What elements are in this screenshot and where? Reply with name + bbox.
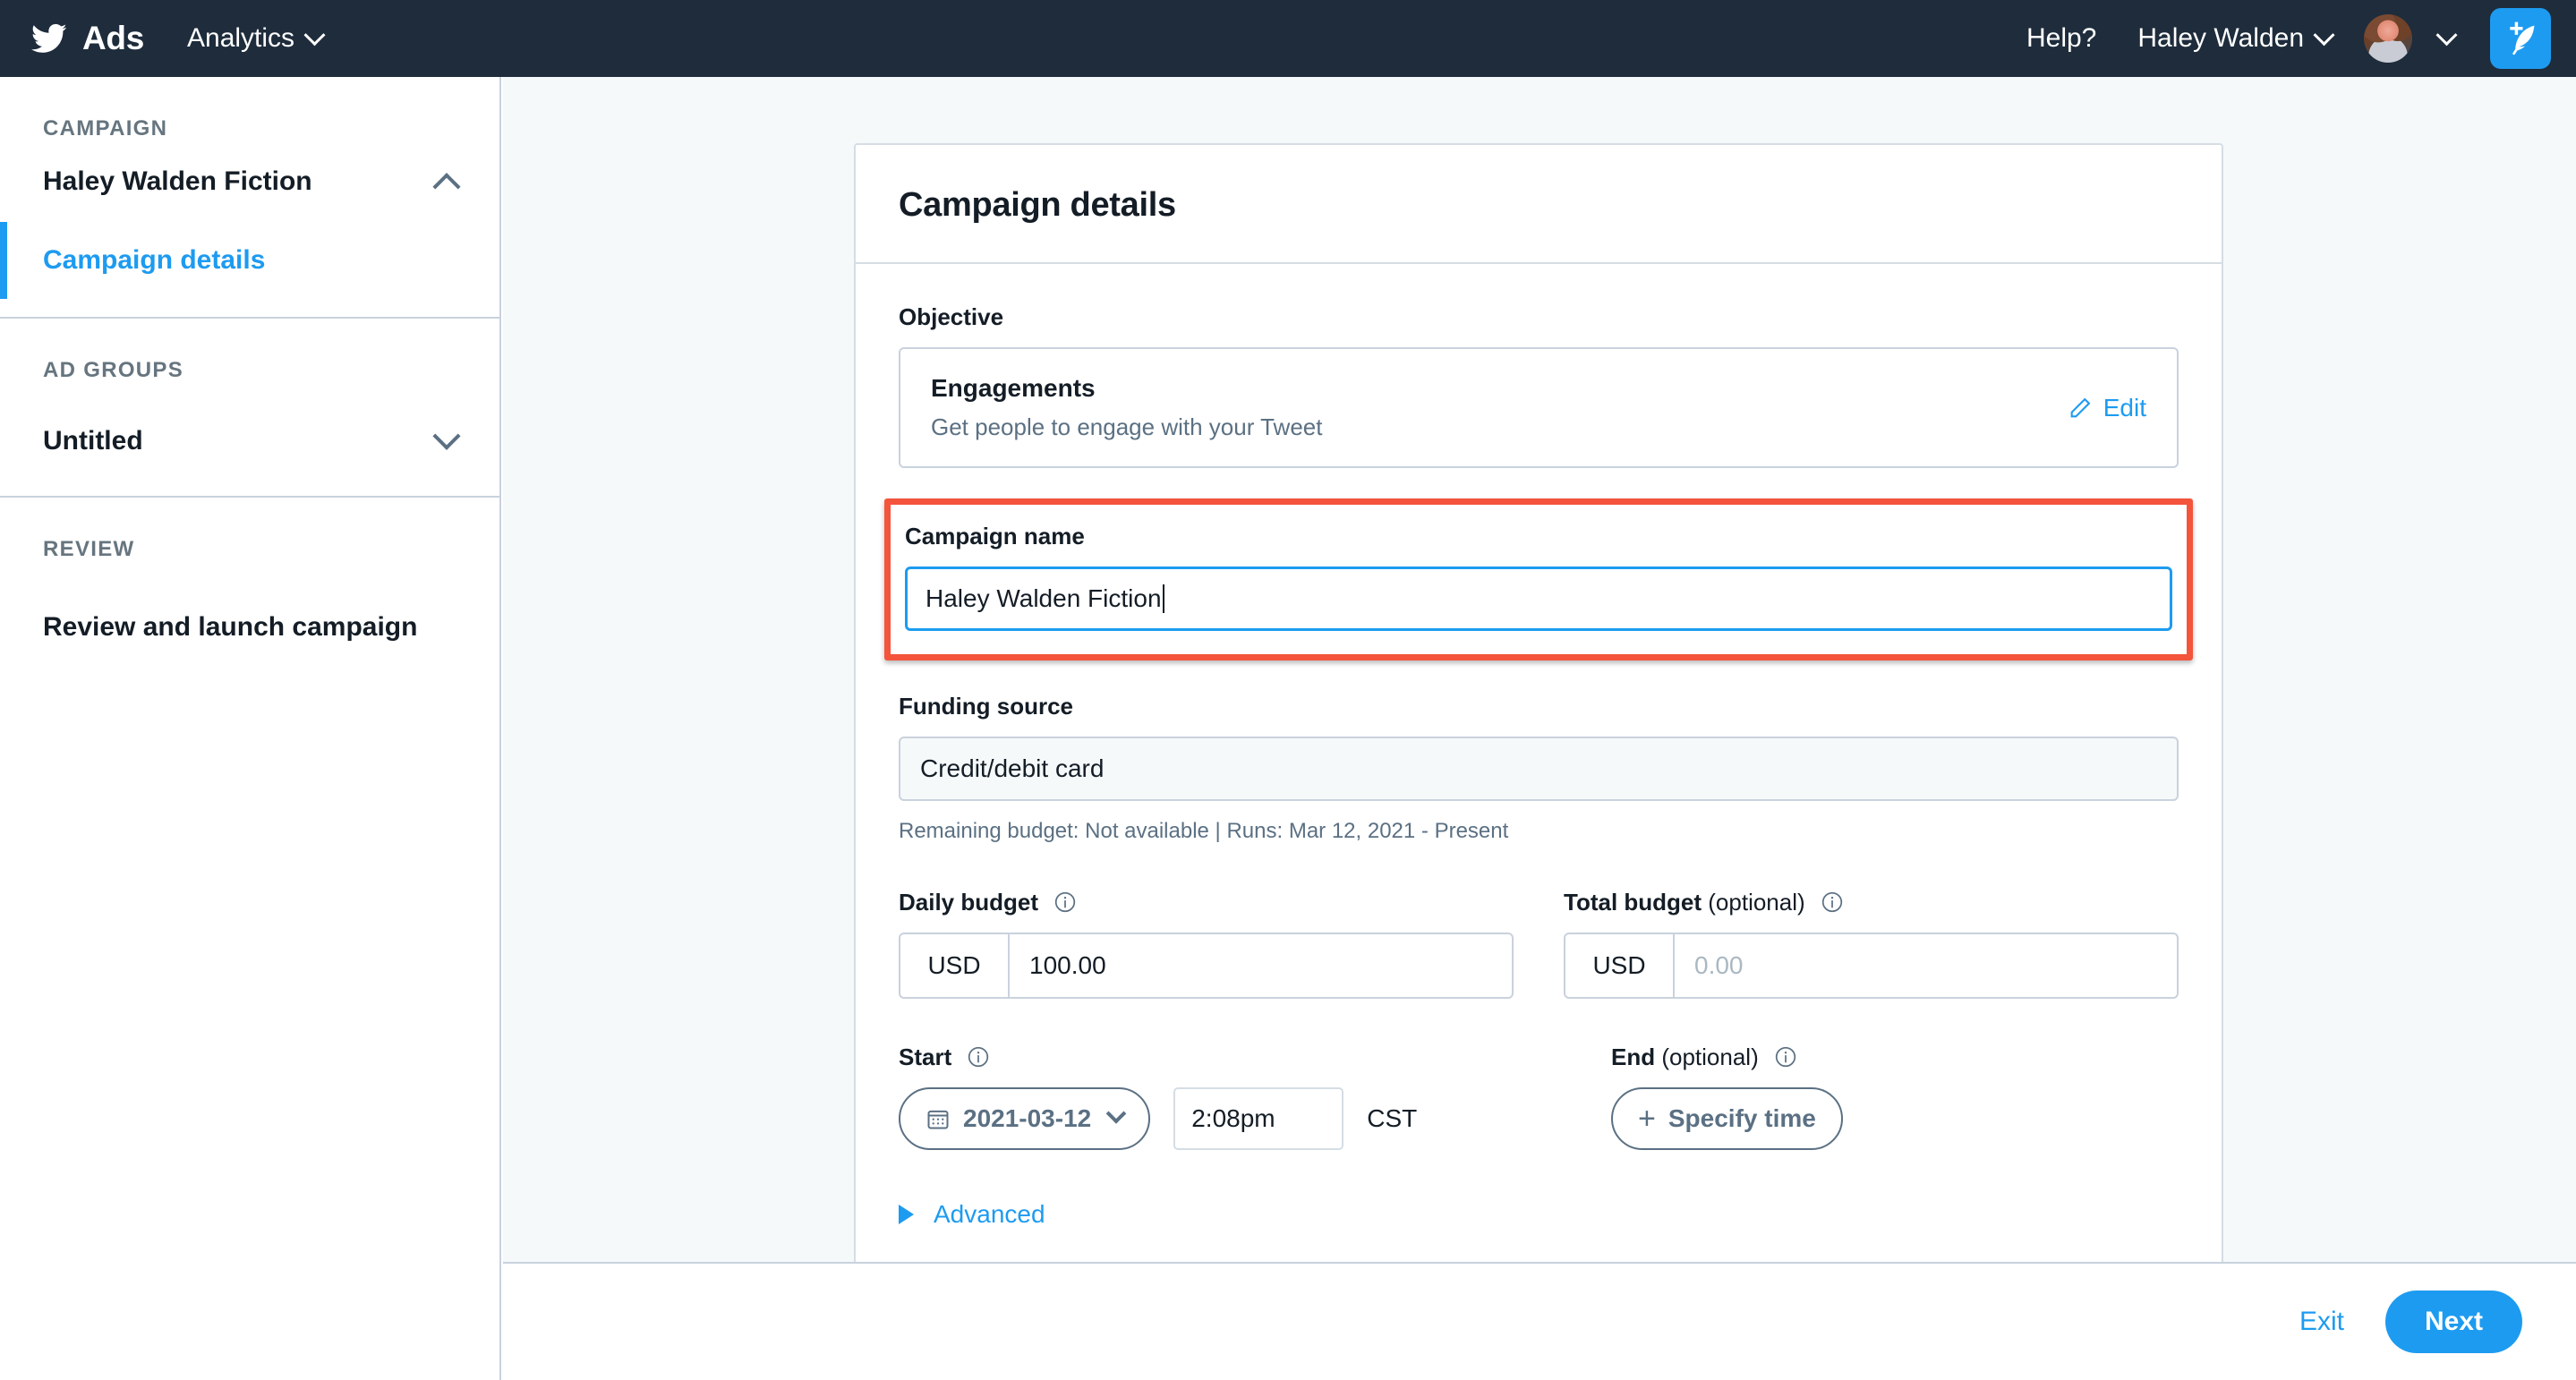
funding-source-label: Funding source <box>899 693 1073 720</box>
account-menu[interactable]: Haley Walden <box>2137 23 2335 54</box>
advanced-toggle[interactable]: Advanced <box>899 1200 2179 1229</box>
funding-source-helper-text: Remaining budget: Not available | Runs: … <box>899 819 1509 843</box>
start-date-picker[interactable]: 2021-03-12 <box>899 1087 1151 1150</box>
chevron-down-icon <box>2313 23 2335 46</box>
end-group: End (optional) + Specify time <box>1611 1044 1843 1150</box>
campaign-name-highlight-annotation: Campaign name Haley Walden Fiction <box>884 498 2193 660</box>
brand-name-label: Ads <box>82 20 144 56</box>
sidebar-section-review: REVIEW Review and launch campaign <box>0 498 499 680</box>
chevron-down-icon <box>432 422 461 450</box>
sidebar-item-campaign-details[interactable]: Campaign details <box>0 222 499 299</box>
sidebar-adgroup-name-label: Untitled <box>43 426 143 456</box>
start-controls: 2021-03-12 2:08pm CST <box>899 1087 1561 1150</box>
budget-row: Daily budget USD 100.00 Total budget (op… <box>899 889 2179 999</box>
start-time-value: 2:08pm <box>1191 1104 1275 1132</box>
compose-tweet-button[interactable] <box>2490 8 2551 69</box>
objective-description: Get people to engage with your Tweet <box>931 413 1323 440</box>
end-specify-time-button[interactable]: + Specify time <box>1611 1087 1843 1150</box>
account-name-label: Haley Walden <box>2137 23 2304 53</box>
objective-edit-button[interactable]: Edit <box>2068 394 2146 422</box>
compose-tweet-icon <box>2510 21 2535 55</box>
sidebar-section-adgroups: AD GROUPS Untitled <box>0 319 499 498</box>
funding-source-select[interactable]: Credit/debit card <box>899 737 2179 801</box>
sidebar-item-campaign-name[interactable]: Haley Walden Fiction <box>0 141 499 222</box>
start-label-text: Start <box>899 1044 952 1070</box>
main-content-area: Campaign details Objective Engagements G… <box>503 77 2576 1262</box>
daily-budget-input[interactable]: USD 100.00 <box>899 933 1514 999</box>
end-label-text: End <box>1611 1044 1656 1070</box>
start-group: Start 2021-03-12 2:08pm CST <box>899 1044 1561 1150</box>
objective-label: Objective <box>899 303 1004 330</box>
campaign-name-input[interactable]: Haley Walden Fiction <box>905 566 2172 631</box>
nav-analytics[interactable]: Analytics <box>187 23 326 54</box>
objective-text-group: Engagements Get people to engage with yo… <box>931 374 1322 441</box>
help-link[interactable]: Help? <box>2026 23 2096 54</box>
schedule-row: Start 2021-03-12 2:08pm CST End (optiona… <box>899 1044 2179 1150</box>
text-cursor <box>1162 584 1164 613</box>
avatar <box>2364 14 2412 63</box>
sidebar-item-campaign-details-label: Campaign details <box>43 245 266 275</box>
total-budget-optional-text: (optional) <box>1702 889 1805 916</box>
campaign-sidebar: CAMPAIGN Haley Walden Fiction Campaign d… <box>0 77 501 1380</box>
avatar-menu[interactable] <box>2364 14 2458 63</box>
daily-budget-value: 100.00 <box>1029 951 1106 979</box>
daily-budget-currency: USD <box>900 934 1010 997</box>
twitter-bird-icon <box>29 21 70 56</box>
card-body: Objective Engagements Get people to enga… <box>856 264 2222 1262</box>
objective-name: Engagements <box>931 374 1096 402</box>
top-nav-right-group: Help? Haley Walden <box>2026 8 2551 69</box>
triangle-right-icon <box>899 1205 914 1224</box>
campaign-name-value: Haley Walden Fiction <box>925 584 1162 612</box>
calendar-icon <box>927 1110 949 1129</box>
objective-edit-label: Edit <box>2103 393 2146 422</box>
campaign-details-card: Campaign details Objective Engagements G… <box>854 143 2223 1262</box>
daily-budget-label-text: Daily budget <box>899 889 1039 916</box>
start-time-input[interactable]: 2:08pm <box>1173 1087 1344 1150</box>
sidebar-section-campaign: CAMPAIGN Haley Walden Fiction Campaign d… <box>0 77 499 319</box>
total-budget-group: Total budget (optional) USD 0.00 <box>1564 889 2179 999</box>
total-budget-label-text: Total budget <box>1564 889 1702 916</box>
sidebar-campaign-name-label: Haley Walden Fiction <box>43 166 312 196</box>
chevron-up-icon <box>432 173 461 201</box>
page-title: Campaign details <box>899 186 1176 224</box>
sidebar-section-label-review: REVIEW <box>43 537 135 561</box>
nav-analytics-label: Analytics <box>187 23 295 53</box>
start-date-value: 2021-03-12 <box>963 1104 1092 1132</box>
objective-box: Engagements Get people to engage with yo… <box>899 347 2179 468</box>
info-icon[interactable] <box>1774 1045 1797 1069</box>
pencil-icon <box>2070 397 2091 417</box>
next-button[interactable]: Next <box>2384 1291 2522 1353</box>
card-header: Campaign details <box>856 145 2222 264</box>
end-optional-text: (optional) <box>1655 1044 1759 1070</box>
total-budget-input[interactable]: USD 0.00 <box>1564 933 2179 999</box>
chevron-down-icon <box>1105 1103 1127 1124</box>
sidebar-item-review-launch[interactable]: Review and launch campaign <box>0 575 499 680</box>
top-navigation-bar: Ads Analytics Help? Haley Walden <box>0 0 2576 77</box>
sidebar-section-label-adgroups: AD GROUPS <box>43 358 184 382</box>
info-icon[interactable] <box>1821 890 1844 914</box>
chevron-down-icon <box>2435 23 2458 46</box>
funding-source-value: Credit/debit card <box>920 754 1105 782</box>
campaign-name-label: Campaign name <box>905 523 1085 549</box>
daily-budget-group: Daily budget USD 100.00 <box>899 889 1514 999</box>
info-icon[interactable] <box>1053 890 1077 914</box>
advanced-label: Advanced <box>934 1200 1045 1228</box>
total-budget-placeholder: 0.00 <box>1694 951 1744 979</box>
total-budget-currency: USD <box>1565 934 1675 997</box>
plus-icon: + <box>1638 1101 1656 1136</box>
chevron-down-icon <box>303 23 326 46</box>
info-icon[interactable] <box>967 1045 990 1069</box>
brand-logo[interactable]: Ads <box>29 20 144 57</box>
wizard-footer-bar: Exit Next <box>503 1262 2576 1380</box>
exit-link[interactable]: Exit <box>2299 1307 2344 1337</box>
daily-budget-label: Daily budget <box>899 889 1514 916</box>
sidebar-item-adgroup-untitled[interactable]: Untitled <box>0 401 499 481</box>
end-label: End (optional) <box>1611 1044 1843 1071</box>
sidebar-item-review-launch-label: Review and launch campaign <box>43 612 418 642</box>
total-budget-label: Total budget (optional) <box>1564 889 2179 916</box>
start-timezone-label: CST <box>1367 1104 1418 1132</box>
start-label: Start <box>899 1044 1561 1071</box>
end-specify-time-label: Specify time <box>1668 1104 1816 1132</box>
sidebar-section-label-campaign: CAMPAIGN <box>43 116 168 141</box>
